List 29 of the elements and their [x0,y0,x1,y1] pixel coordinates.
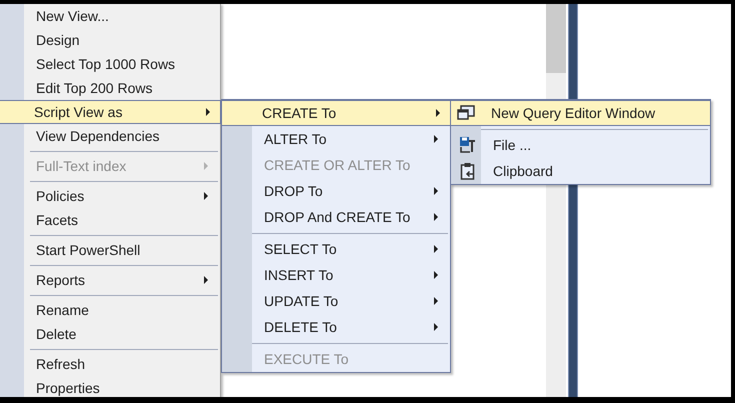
menu-item[interactable]: UPDATE To [223,288,449,314]
menu-item[interactable]: Delete [1,322,219,346]
scrollbar-thumb[interactable] [546,4,566,73]
menu-item[interactable]: File ... [452,132,709,158]
menu-item[interactable]: New View... [1,4,219,28]
menu-item[interactable]: Edit Top 200 Rows [1,76,219,100]
menu-item[interactable]: DROP And CREATE To [223,204,449,230]
menu-item[interactable]: Select Top 1000 Rows [1,52,219,76]
menu-item[interactable]: Policies [1,184,219,208]
clipboard-icon [460,162,476,180]
menu-item[interactable]: Clipboard [452,158,709,184]
menu-item[interactable]: Script View as [0,100,221,124]
menu-item[interactable]: View Dependencies [1,124,219,148]
floppy-disk-icon [459,136,477,154]
menu-item[interactable]: Start PowerShell [1,238,219,262]
menu-item[interactable]: Refresh [1,352,219,376]
menu-item[interactable]: Design [1,28,219,52]
menu-item[interactable]: ALTER To [223,126,449,152]
menu-item[interactable]: Properties [1,376,219,397]
menu-item[interactable]: DELETE To [223,314,449,340]
menu-item[interactable]: DROP To [223,178,449,204]
window-icon [457,105,475,121]
menu-item[interactable]: SELECT To [223,236,449,262]
menu-item[interactable]: CREATE To [221,100,451,126]
menu-item[interactable]: New Query Editor Window [450,100,711,126]
menu-item[interactable]: Reports [1,268,219,292]
menu-item[interactable]: Rename [1,298,219,322]
menu-item[interactable]: INSERT To [223,262,449,288]
menu-item[interactable]: Facets [1,208,219,232]
